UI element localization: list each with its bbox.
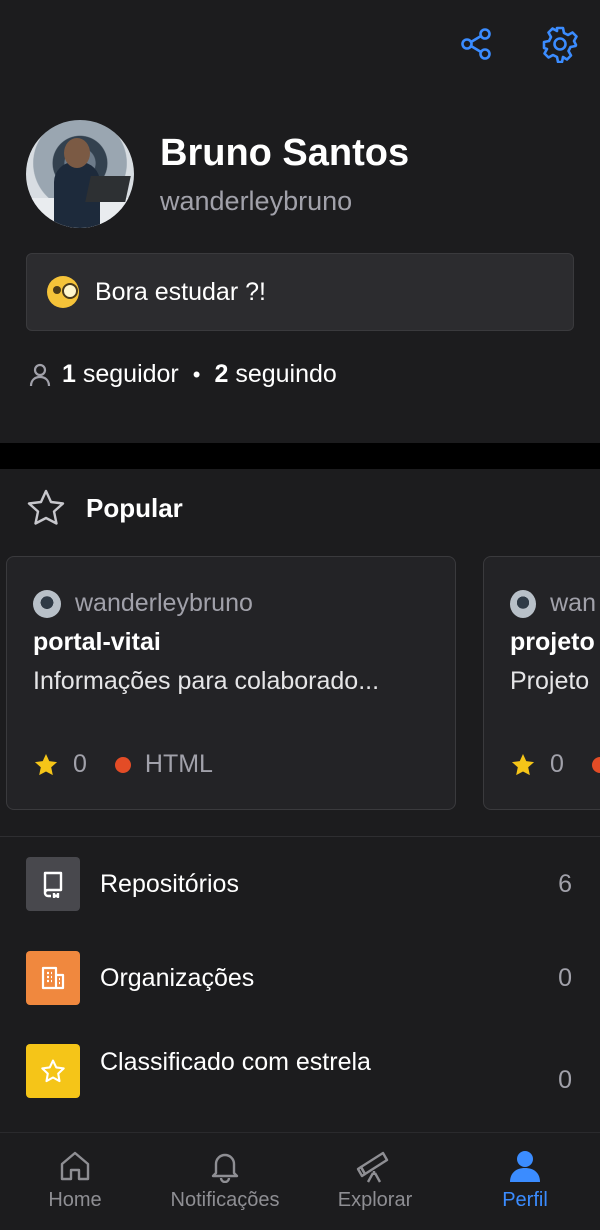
owner-avatar — [510, 589, 537, 618]
person-icon — [510, 1151, 540, 1182]
share-button[interactable] — [456, 24, 496, 64]
repo-owner: wan — [550, 589, 596, 617]
tab-notifications[interactable]: Notificações — [150, 1133, 300, 1230]
following-count: 2 — [214, 360, 229, 388]
menu-item-label: Repositórios — [100, 870, 239, 898]
popular-title: Popular — [86, 492, 183, 523]
followers-label: seguidor — [82, 360, 179, 388]
bell-icon — [211, 1153, 239, 1183]
gear-icon — [542, 26, 578, 63]
monocle-emoji-icon — [47, 276, 79, 308]
following-label: seguindo — [235, 360, 337, 388]
menu-item-label: Organizações — [100, 964, 255, 992]
settings-button[interactable] — [540, 24, 580, 64]
star-filled-icon — [34, 753, 58, 775]
repo-owner: wanderleybruno — [75, 589, 253, 617]
tab-label: Notificações — [170, 1189, 280, 1211]
telescope-icon — [356, 1151, 389, 1183]
tab-home[interactable]: Home — [0, 1133, 150, 1230]
building-icon — [41, 966, 65, 990]
owner-avatar — [33, 589, 61, 618]
star-filled-icon — [511, 753, 535, 775]
status-text: Bora estudar ?! — [95, 277, 266, 306]
repo-name: portal-vitai — [33, 628, 161, 656]
following-link[interactable]: 2 seguindo — [214, 360, 336, 389]
tab-label: Explorar — [337, 1189, 413, 1211]
profile-username: wanderleybruno — [160, 186, 353, 216]
followers-count: 1 — [62, 360, 76, 388]
repo-language: HTML — [144, 750, 213, 778]
repo-stars: 0 — [73, 750, 87, 778]
follow-separator: • — [192, 361, 201, 387]
header-actions — [456, 24, 580, 64]
tab-label: Home — [48, 1189, 102, 1211]
popular-header: Popular — [26, 488, 183, 528]
person-outline-icon — [29, 363, 51, 386]
repo-card[interactable]: wanderleybruno portal-vitai Informações … — [6, 556, 456, 810]
repo-stars: 0 — [550, 750, 564, 778]
language-color-dot — [114, 756, 131, 773]
tab-label: Perfil — [502, 1189, 548, 1211]
repo-card[interactable]: wan projeto Projeto 0 — [483, 556, 600, 810]
avatar[interactable] — [26, 120, 134, 228]
menu-item-label: Classificado com estrela — [100, 1048, 371, 1076]
tab-profile[interactable]: Perfil — [450, 1133, 600, 1230]
menu-item-count: 6 — [558, 869, 572, 898]
divider — [0, 836, 600, 837]
repo-icon — [43, 871, 63, 898]
follow-stats: 1 seguidor • 2 seguindo — [28, 360, 337, 389]
menu-item-starred[interactable]: Classificado com estrela 0 — [0, 1044, 600, 1116]
bottom-tab-bar: Home Notificações Explorar Perfil — [0, 1132, 600, 1230]
profile-name: Bruno Santos — [160, 132, 410, 174]
tab-explore[interactable]: Explorar — [300, 1133, 450, 1230]
menu-item-count: 0 — [558, 1065, 572, 1094]
home-icon — [60, 1151, 90, 1181]
language-color-dot — [591, 756, 600, 773]
repo-name: projeto — [510, 628, 595, 656]
organizations-tile — [26, 951, 80, 1005]
status-box[interactable]: Bora estudar ?! — [26, 253, 574, 331]
share-icon — [461, 28, 491, 60]
section-separator — [0, 443, 600, 469]
star-outline-icon — [27, 489, 65, 525]
followers-link[interactable]: 1 seguidor — [62, 360, 179, 389]
repo-tile — [26, 857, 80, 911]
menu-item-count: 0 — [558, 963, 572, 992]
starred-tile — [26, 1044, 80, 1098]
repo-description: Informações para colaborado... — [33, 667, 380, 695]
star-icon — [41, 1059, 65, 1083]
menu-item-organizations[interactable]: Organizações 0 — [0, 951, 600, 1005]
repo-description: Projeto — [510, 667, 590, 695]
menu-item-repositories[interactable]: Repositórios 6 — [0, 857, 600, 911]
